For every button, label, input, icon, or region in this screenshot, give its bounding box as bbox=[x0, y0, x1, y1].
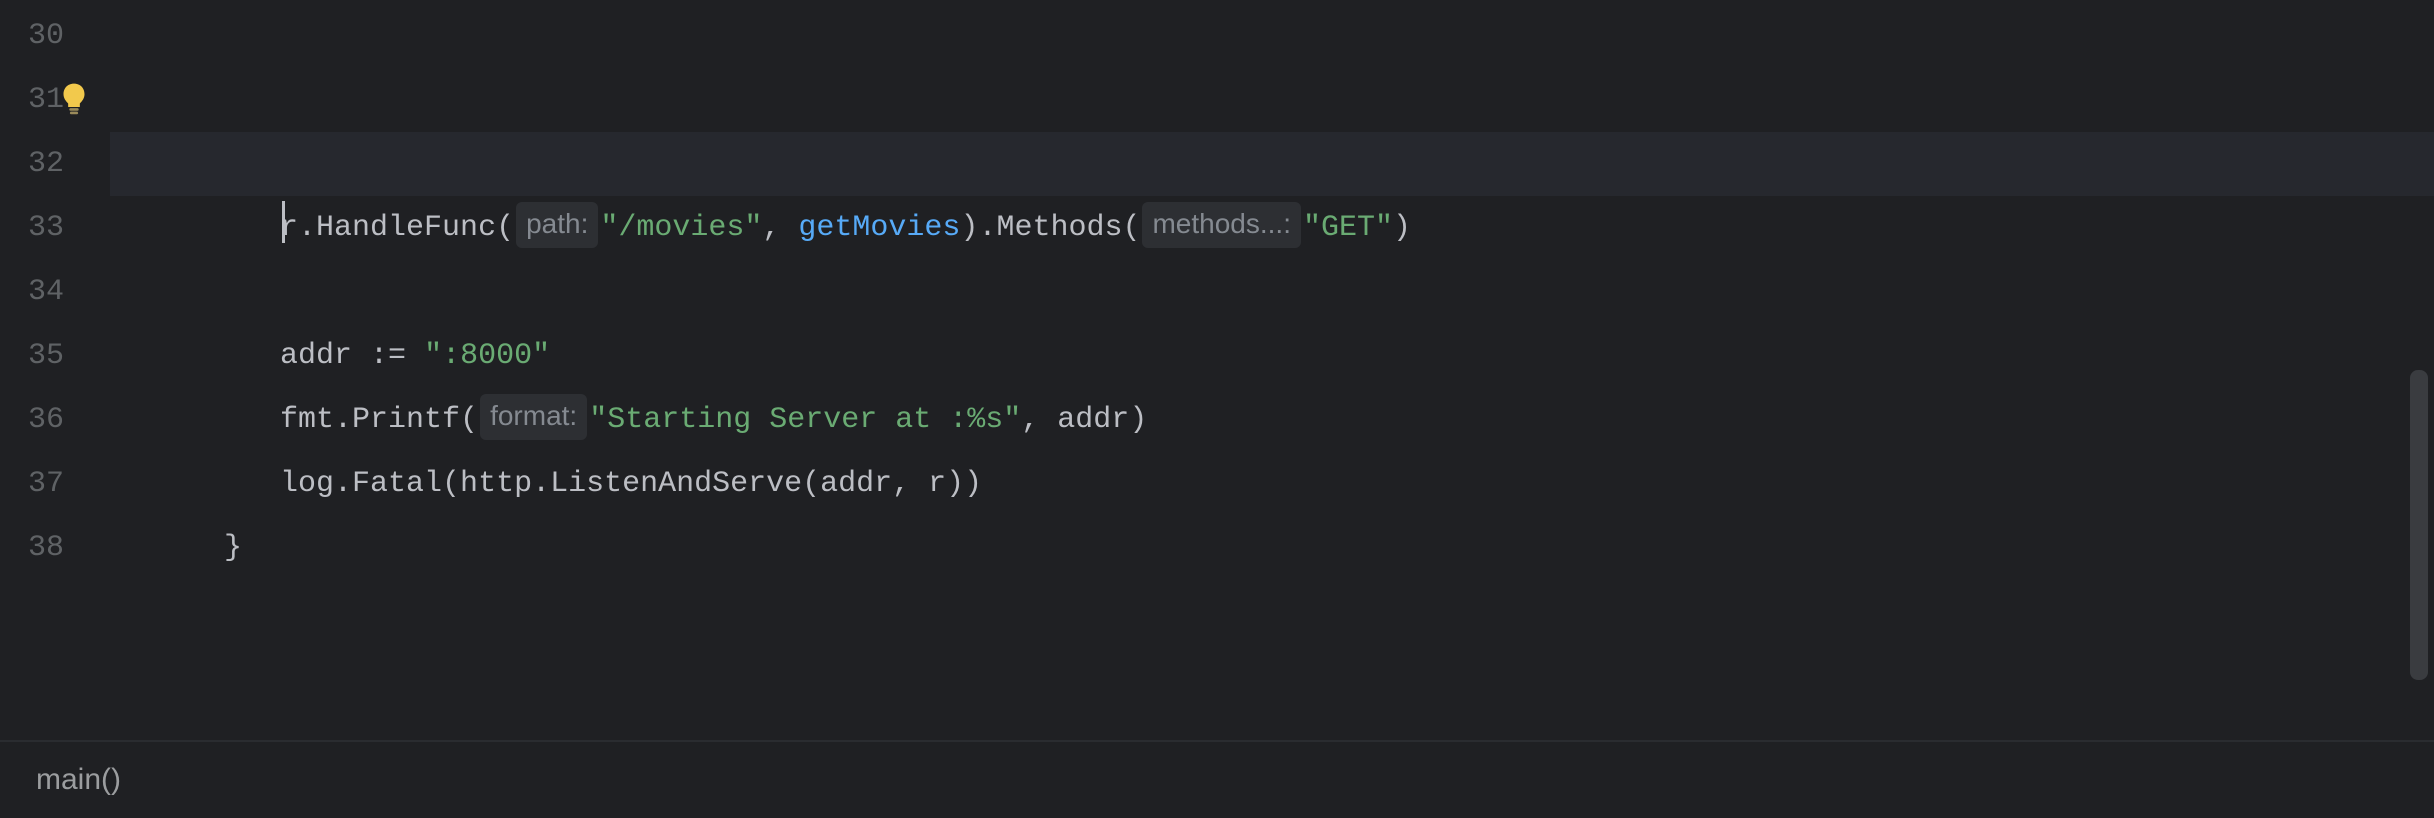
code-line[interactable]: fmt.Printf(format:"Starting Server at :%… bbox=[110, 324, 2434, 388]
breadcrumb[interactable]: main() bbox=[36, 763, 121, 797]
line-number: 35 bbox=[0, 324, 108, 388]
line-number: 37 bbox=[0, 452, 108, 516]
line-number: 30 bbox=[0, 4, 108, 68]
code-line[interactable]: addr := ":8000" bbox=[110, 260, 2434, 324]
code-line[interactable]: log.Fatal(http.ListenAndServe(addr, r)) bbox=[110, 388, 2434, 452]
line-number: 33 bbox=[0, 196, 108, 260]
code-line[interactable] bbox=[110, 516, 2434, 580]
scrollbar-thumb[interactable] bbox=[2410, 370, 2428, 680]
intention-bulb[interactable] bbox=[54, 80, 94, 120]
lightbulb-icon bbox=[60, 82, 88, 118]
code-line[interactable] bbox=[110, 196, 2434, 260]
code-line[interactable] bbox=[110, 4, 2434, 68]
line-number: 34 bbox=[0, 260, 108, 324]
code-line-active[interactable] bbox=[110, 132, 2434, 196]
code-line[interactable]: } bbox=[110, 452, 2434, 516]
line-number: 32 bbox=[0, 132, 108, 196]
vertical-scrollbar[interactable] bbox=[2408, 0, 2430, 740]
code-editor[interactable]: 30 31 32 33 34 35 36 37 38 r.HandleFunc(… bbox=[0, 0, 2434, 740]
breadcrumb-bar[interactable]: main() bbox=[0, 740, 2434, 818]
code-area[interactable]: r.HandleFunc(path:"/movies", getMovies).… bbox=[110, 0, 2434, 740]
line-number: 38 bbox=[0, 516, 108, 580]
line-number: 36 bbox=[0, 388, 108, 452]
code-line[interactable]: r.HandleFunc(path:"/movies", getMovies).… bbox=[110, 68, 2434, 132]
